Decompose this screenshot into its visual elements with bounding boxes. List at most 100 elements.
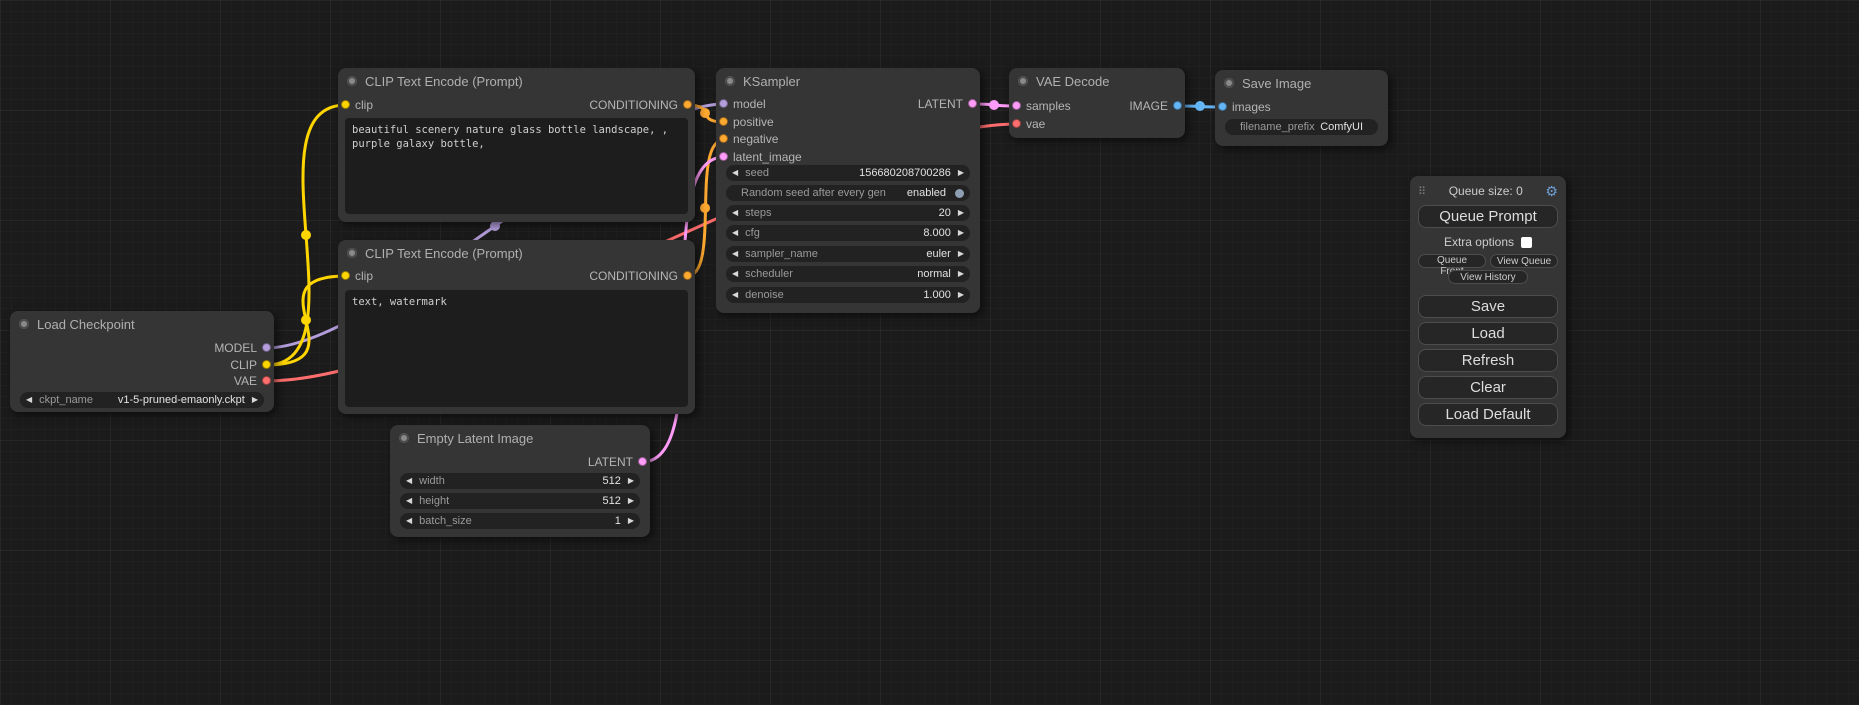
collapse-dot[interactable] bbox=[19, 319, 29, 329]
arrow-right-icon[interactable]: ▶ bbox=[958, 287, 964, 303]
widget-batch-size[interactable]: ◀ batch_size 1 ▶ bbox=[400, 513, 640, 529]
arrow-left-icon[interactable]: ◀ bbox=[732, 266, 738, 282]
node-load-checkpoint[interactable]: Load Checkpoint MODEL CLIP VAE ◀ ckpt_na… bbox=[10, 311, 274, 412]
slot-label: CONDITIONING bbox=[589, 269, 678, 283]
node-ksampler[interactable]: KSampler model positive negative latent_… bbox=[716, 68, 980, 313]
node-header[interactable]: KSampler bbox=[716, 68, 980, 94]
node-header[interactable]: Save Image bbox=[1215, 70, 1388, 96]
input-slot-images[interactable]: images bbox=[1215, 99, 1388, 115]
arrow-right-icon[interactable]: ▶ bbox=[958, 225, 964, 241]
load-default-button[interactable]: Load Default bbox=[1418, 403, 1558, 426]
conditioning-slot-dot[interactable] bbox=[683, 271, 692, 280]
output-slot-vae[interactable]: VAE bbox=[10, 373, 274, 389]
arrow-right-icon[interactable]: ▶ bbox=[958, 266, 964, 282]
image-slot-dot[interactable] bbox=[1218, 102, 1227, 111]
arrow-left-icon[interactable]: ◀ bbox=[732, 287, 738, 303]
node-vae-decode[interactable]: VAE Decode samples vae IMAGE bbox=[1009, 68, 1185, 138]
output-slot-model[interactable]: MODEL bbox=[10, 340, 274, 356]
conditioning-slot-dot[interactable] bbox=[719, 134, 728, 143]
node-save-image[interactable]: Save Image images filename_prefix ComfyU… bbox=[1215, 70, 1388, 146]
comfyui-canvas[interactable]: { "app": { "name": "ComfyUI node graph" … bbox=[0, 0, 1859, 705]
collapse-dot[interactable] bbox=[347, 76, 357, 86]
input-slot-vae[interactable]: vae bbox=[1009, 116, 1185, 132]
arrow-left-icon[interactable]: ◀ bbox=[406, 493, 412, 509]
widget-ckpt-name[interactable]: ◀ ckpt_name v1-5-pruned-emaonly.ckpt ▶ bbox=[20, 392, 264, 408]
collapse-dot[interactable] bbox=[1018, 76, 1028, 86]
node-title: CLIP Text Encode (Prompt) bbox=[365, 74, 523, 89]
arrow-right-icon[interactable]: ▶ bbox=[628, 473, 634, 489]
image-slot-dot[interactable] bbox=[1173, 101, 1182, 110]
output-slot-latent[interactable]: LATENT bbox=[390, 454, 650, 470]
widget-scheduler[interactable]: ◀ scheduler normal ▶ bbox=[726, 266, 970, 282]
arrow-left-icon[interactable]: ◀ bbox=[26, 392, 32, 408]
arrow-right-icon[interactable]: ▶ bbox=[252, 392, 258, 408]
node-header[interactable]: Empty Latent Image bbox=[390, 425, 650, 451]
toggle-dot[interactable] bbox=[955, 189, 964, 198]
widget-filename-prefix[interactable]: filename_prefix ComfyUI bbox=[1225, 119, 1378, 135]
arrow-left-icon[interactable]: ◀ bbox=[406, 473, 412, 489]
input-slot-negative[interactable]: negative bbox=[716, 131, 980, 147]
view-history-button[interactable]: View History bbox=[1448, 270, 1528, 284]
arrow-left-icon[interactable]: ◀ bbox=[732, 246, 738, 262]
node-header[interactable]: CLIP Text Encode (Prompt) bbox=[338, 68, 695, 94]
prompt-textarea[interactable]: beautiful scenery nature glass bottle la… bbox=[345, 118, 688, 214]
output-slot-image[interactable]: IMAGE bbox=[1009, 98, 1185, 114]
collapse-dot[interactable] bbox=[1224, 78, 1234, 88]
queue-panel[interactable]: ⠿ Queue size: 0 ⚙ Queue Prompt Extra opt… bbox=[1410, 176, 1566, 438]
widget-cfg[interactable]: ◀ cfg 8.000 ▶ bbox=[726, 225, 970, 241]
arrow-right-icon[interactable]: ▶ bbox=[958, 165, 964, 181]
node-clip-text-encode-positive[interactable]: CLIP Text Encode (Prompt) clip CONDITION… bbox=[338, 68, 695, 222]
slot-label: vae bbox=[1026, 117, 1045, 131]
clip-slot-dot[interactable] bbox=[262, 360, 271, 369]
output-slot-latent[interactable]: LATENT bbox=[716, 96, 980, 112]
node-header[interactable]: VAE Decode bbox=[1009, 68, 1185, 94]
node-header[interactable]: CLIP Text Encode (Prompt) bbox=[338, 240, 695, 266]
node-title: Load Checkpoint bbox=[37, 317, 135, 332]
widget-steps[interactable]: ◀ steps 20 ▶ bbox=[726, 205, 970, 221]
latent-slot-dot[interactable] bbox=[638, 457, 647, 466]
arrow-left-icon[interactable]: ◀ bbox=[732, 225, 738, 241]
prompt-textarea[interactable]: text, watermark bbox=[345, 290, 688, 407]
save-button[interactable]: Save bbox=[1418, 295, 1558, 318]
widget-sampler-name[interactable]: ◀ sampler_name euler ▶ bbox=[726, 246, 970, 262]
collapse-dot[interactable] bbox=[399, 433, 409, 443]
load-button[interactable]: Load bbox=[1418, 322, 1558, 345]
extra-options-checkbox[interactable] bbox=[1521, 237, 1532, 248]
latent-slot-dot[interactable] bbox=[968, 99, 977, 108]
output-slot-conditioning[interactable]: CONDITIONING bbox=[338, 97, 695, 113]
node-clip-text-encode-negative[interactable]: CLIP Text Encode (Prompt) clip CONDITION… bbox=[338, 240, 695, 414]
vae-slot-dot[interactable] bbox=[262, 376, 271, 385]
widget-width[interactable]: ◀ width 512 ▶ bbox=[400, 473, 640, 489]
output-slot-conditioning[interactable]: CONDITIONING bbox=[338, 268, 695, 284]
collapse-dot[interactable] bbox=[725, 76, 735, 86]
output-slot-clip[interactable]: CLIP bbox=[10, 357, 274, 373]
input-slot-latent-image[interactable]: latent_image bbox=[716, 149, 980, 165]
drag-handle-icon[interactable]: ⠿ bbox=[1418, 185, 1426, 198]
arrow-right-icon[interactable]: ▶ bbox=[958, 246, 964, 262]
input-slot-positive[interactable]: positive bbox=[716, 114, 980, 130]
clear-button[interactable]: Clear bbox=[1418, 376, 1558, 399]
conditioning-slot-dot[interactable] bbox=[719, 117, 728, 126]
queue-prompt-button[interactable]: Queue Prompt bbox=[1418, 205, 1558, 228]
widget-seed[interactable]: ◀ seed 156680208700286 ▶ bbox=[726, 165, 970, 181]
refresh-button[interactable]: Refresh bbox=[1418, 349, 1558, 372]
widget-denoise[interactable]: ◀ denoise 1.000 ▶ bbox=[726, 287, 970, 303]
node-header[interactable]: Load Checkpoint bbox=[10, 311, 274, 337]
arrow-right-icon[interactable]: ▶ bbox=[958, 205, 964, 221]
view-queue-button[interactable]: View Queue bbox=[1490, 254, 1558, 268]
arrow-left-icon[interactable]: ◀ bbox=[732, 205, 738, 221]
widget-height[interactable]: ◀ height 512 ▶ bbox=[400, 493, 640, 509]
vae-slot-dot[interactable] bbox=[1012, 119, 1021, 128]
node-empty-latent-image[interactable]: Empty Latent Image LATENT ◀ width 512 ▶ … bbox=[390, 425, 650, 537]
conditioning-slot-dot[interactable] bbox=[683, 100, 692, 109]
arrow-right-icon[interactable]: ▶ bbox=[628, 493, 634, 509]
queue-front-button[interactable]: Queue Front bbox=[1418, 254, 1486, 268]
arrow-left-icon[interactable]: ◀ bbox=[406, 513, 412, 529]
arrow-right-icon[interactable]: ▶ bbox=[628, 513, 634, 529]
model-slot-dot[interactable] bbox=[262, 343, 271, 352]
widget-random-seed-toggle[interactable]: Random seed after every gen enabled bbox=[726, 185, 970, 201]
gear-icon[interactable]: ⚙ bbox=[1545, 183, 1558, 200]
collapse-dot[interactable] bbox=[347, 248, 357, 258]
latent-slot-dot[interactable] bbox=[719, 152, 728, 161]
arrow-left-icon[interactable]: ◀ bbox=[732, 165, 738, 181]
